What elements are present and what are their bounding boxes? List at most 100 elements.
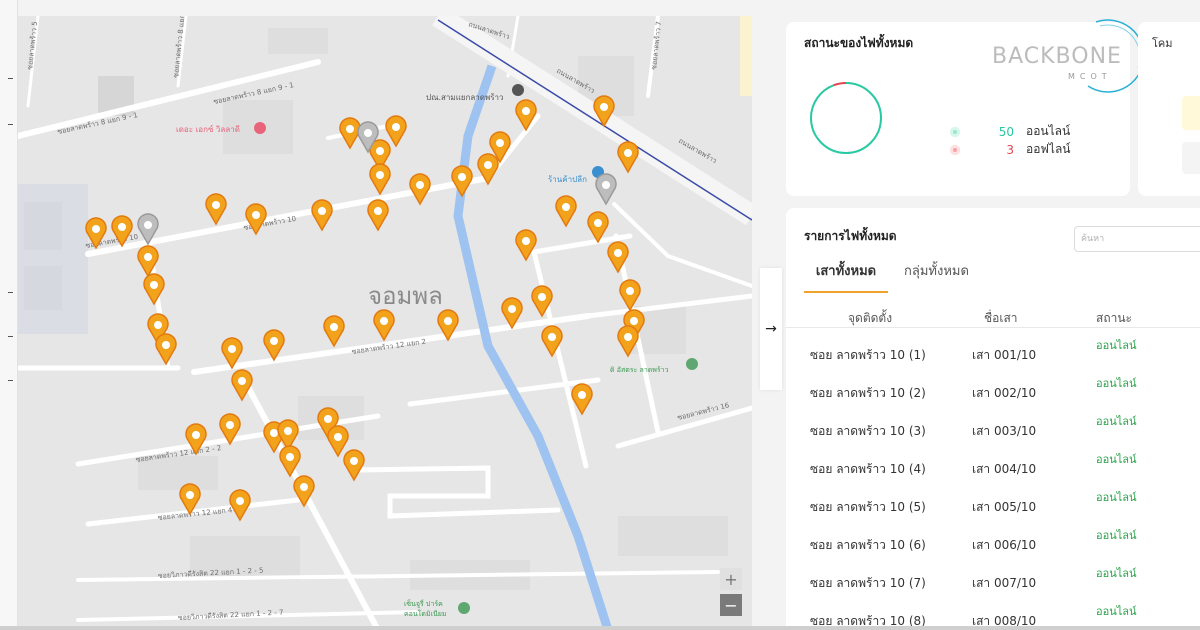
pole-marker-online-icon[interactable] <box>263 329 285 362</box>
street-map[interactable]: จอมพล ปณ.สามแยกลาดพร้าว เดอะ เอกซ์ วิลลา… <box>18 16 752 630</box>
arrow-right-icon: → <box>765 321 777 337</box>
rail-tick <box>8 292 13 293</box>
pole-marker-online-icon[interactable] <box>617 141 639 174</box>
map-canvas[interactable]: จอมพล ปณ.สามแยกลาดพร้าว เดอะ เอกซ์ วิลลา… <box>18 16 752 630</box>
pole-marker-online-icon[interactable] <box>327 425 349 458</box>
poi-shop-label: ร้านค้าปลีก <box>548 175 587 184</box>
cell-pole-name: เสา 007/10 <box>972 576 1037 590</box>
pole-marker-online-icon[interactable] <box>205 193 227 226</box>
cell-pole-name: เสา 001/10 <box>972 348 1037 362</box>
cell-status: ออนไลน์ <box>1096 567 1137 580</box>
pole-marker-online-icon[interactable] <box>409 173 431 206</box>
cell-status: ออนไลน์ <box>1096 415 1137 428</box>
table-header: จุดติดตั้ง ชื่อเสา สถานะ <box>786 300 1200 328</box>
road-label: ซอยวิภาวดีรังสิต 22 แยก 1 - 2 - 7 <box>178 608 284 622</box>
legend-online: 50 ออนไลน์ <box>950 122 1070 141</box>
district-boundary <box>18 184 88 334</box>
online-label: ออนไลน์ <box>1026 124 1071 138</box>
poi-bus-label: ปณ.สามแยกลาดพร้าว <box>426 93 504 102</box>
cell-location: ซอย ลาดพร้าว 10 (7) <box>810 576 926 590</box>
cell-status: ออนไลน์ <box>1096 605 1137 618</box>
pole-marker-online-icon[interactable] <box>311 199 333 232</box>
lamp-stat-box <box>1182 142 1200 174</box>
tab-all-poles[interactable]: เสาทั้งหมด <box>804 260 888 293</box>
table-row[interactable]: ซอย ลาดพร้าว 10 (7) เสา 007/10 ออนไลน์ <box>786 560 1200 598</box>
table-row[interactable]: ซอย ลาดพร้าว 10 (3) เสา 003/10 ออนไลน์ <box>786 408 1200 446</box>
column-header-location[interactable]: จุดติดตั้ง <box>848 309 892 328</box>
pole-marker-online-icon[interactable] <box>373 309 395 342</box>
pole-marker-online-icon[interactable] <box>451 165 473 198</box>
zoom-out-button[interactable]: − <box>720 594 742 616</box>
table-row[interactable]: ซอย ลาดพร้าว 10 (1) เสา 001/10 ออนไลน์ <box>786 332 1200 370</box>
cell-status: ออนไลน์ <box>1096 453 1137 466</box>
pole-marker-online-icon[interactable] <box>143 273 165 306</box>
clinic-icon[interactable] <box>254 122 266 134</box>
rail-tick <box>8 336 13 337</box>
pole-marker-online-icon[interactable] <box>279 445 301 478</box>
cell-pole-name: เสา 002/10 <box>972 386 1037 400</box>
donut-online-arc <box>810 82 882 154</box>
cell-location: ซอย ลาดพร้าว 10 (4) <box>810 462 926 476</box>
collapse-panel-button[interactable]: → <box>760 268 782 390</box>
pole-marker-online-icon[interactable] <box>367 199 389 232</box>
cell-pole-name: เสา 005/10 <box>972 500 1037 514</box>
bus-stop-icon[interactable] <box>512 84 524 96</box>
pole-marker-online-icon[interactable] <box>385 115 407 148</box>
cell-location: ซอย ลาดพร้าว 10 (6) <box>810 538 926 552</box>
pole-marker-online-icon[interactable] <box>369 163 391 196</box>
donut-offline-arc <box>810 82 882 154</box>
window-bottom-scrollbar[interactable] <box>0 626 1200 630</box>
road-label: ซอยลาดพร้าว 7 <box>650 21 663 70</box>
road-label: ซอยลาดพร้าว 8 แยก 3 <box>172 16 187 78</box>
pole-marker-online-icon[interactable] <box>339 117 361 150</box>
cell-location: ซอย ลาดพร้าว 10 (3) <box>810 424 926 438</box>
column-header-status[interactable]: สถานะ <box>1096 309 1132 328</box>
zoom-in-button[interactable]: + <box>720 568 742 590</box>
offline-label: ออฟไลน์ <box>1026 142 1071 156</box>
map-edge <box>740 16 752 96</box>
pole-marker-online-icon[interactable] <box>231 369 253 402</box>
road-label: ซอยลาดพร้าว 12 แยก 4 <box>157 506 233 522</box>
pole-marker-online-icon[interactable] <box>587 211 609 244</box>
offline-count: 3 <box>1006 142 1014 157</box>
pole-marker-online-icon[interactable] <box>555 195 577 228</box>
pole-marker-offline-icon[interactable] <box>595 173 617 206</box>
status-card-title: สถานะของไฟทั้งหมด <box>804 36 914 50</box>
school-icon[interactable] <box>458 602 470 614</box>
column-header-pole-name[interactable]: ชื่อเสา <box>984 309 1018 328</box>
table-row[interactable]: ซอย ลาดพร้าว 10 (6) เสา 006/10 ออนไลน์ <box>786 522 1200 560</box>
cell-location: ซอย ลาดพร้าว 10 (1) <box>810 348 926 362</box>
tab-all-groups[interactable]: กลุ่มทั้งหมด <box>904 260 969 291</box>
offline-dot-icon <box>950 144 960 155</box>
table-row[interactable]: ซอย ลาดพร้าว 10 (5) เสา 005/10 ออนไลน์ <box>786 484 1200 522</box>
cell-pole-name: เสา 003/10 <box>972 424 1037 438</box>
poi-clinic-label: เดอะ เอกซ์ วิลลาดี <box>176 124 240 134</box>
cell-status: ออนไลน์ <box>1096 339 1137 352</box>
temple-icon[interactable] <box>686 358 698 370</box>
cell-status: ออนไลน์ <box>1096 377 1137 390</box>
cell-pole-name: เสา 006/10 <box>972 538 1037 552</box>
cell-status: ออนไลน์ <box>1096 491 1137 504</box>
rail-tick <box>8 78 13 79</box>
pole-marker-online-icon[interactable] <box>571 383 593 416</box>
online-dot-icon <box>950 126 960 137</box>
search-input[interactable] <box>1074 226 1200 252</box>
pole-marker-online-icon[interactable] <box>323 315 345 348</box>
main-road-line <box>437 19 752 221</box>
pole-marker-online-icon[interactable] <box>229 489 251 522</box>
table-row[interactable]: ซอย ลาดพร้าว 10 (4) เสา 004/10 ออนไลน์ <box>786 446 1200 484</box>
cell-pole-name: เสา 004/10 <box>972 462 1037 476</box>
app: จอมพล ปณ.สามแยกลาดพร้าว เดอะ เอกซ์ วิลลา… <box>0 0 1200 630</box>
logo-subtext: MCOT <box>1068 72 1112 81</box>
poi-temple-label: ดิ อัสตระ ลาดพร้าว <box>610 366 669 374</box>
table-row[interactable]: ซอย ลาดพร้าว 10 (2) เสา 002/10 ออนไลน์ <box>786 370 1200 408</box>
cell-location: ซอย ลาดพร้าว 10 (2) <box>810 386 926 400</box>
pole-marker-online-icon[interactable] <box>343 449 365 482</box>
pole-marker-online-icon[interactable] <box>155 333 177 366</box>
lamp-summary-card: โคม <box>1138 22 1200 196</box>
rail-tick <box>8 124 13 125</box>
rail-tick <box>8 380 13 381</box>
lamp-card-title: โคม <box>1152 37 1173 50</box>
pole-marker-online-icon[interactable] <box>619 279 641 312</box>
left-rail <box>0 0 18 630</box>
